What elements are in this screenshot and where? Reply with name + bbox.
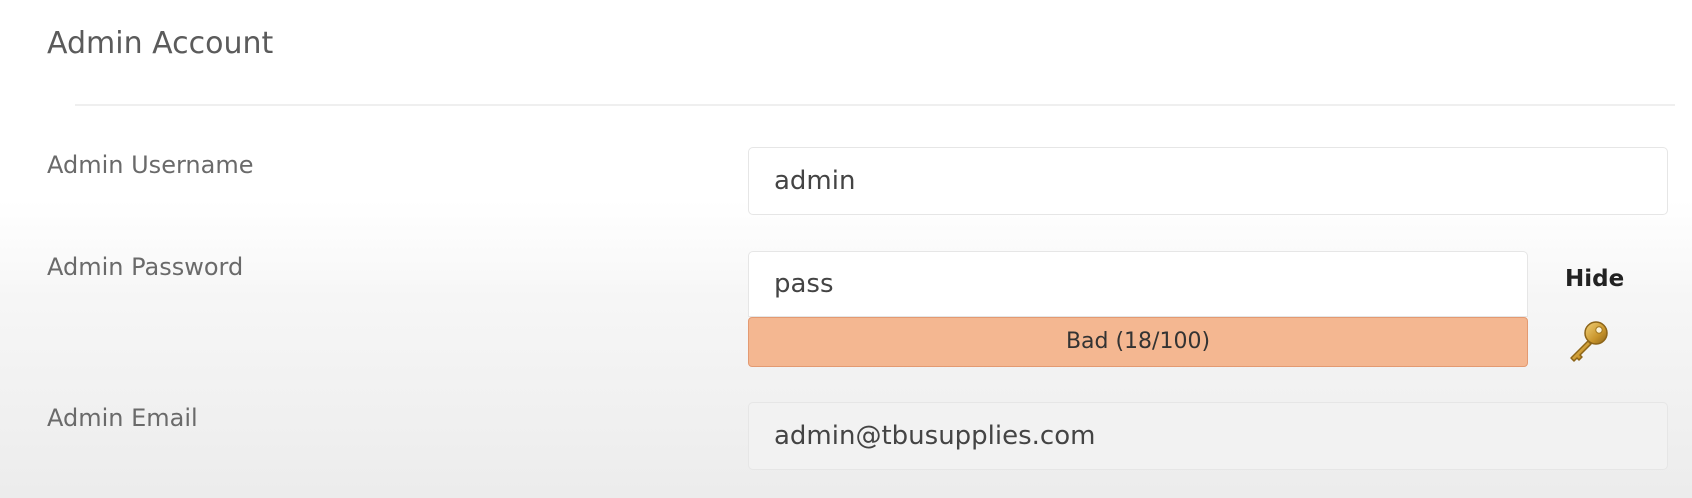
admin-email-input[interactable]: [748, 402, 1668, 470]
section-title: Admin Account: [47, 26, 274, 61]
admin-username-input[interactable]: [748, 147, 1668, 215]
password-strength-label: Bad (18/100): [1065, 329, 1211, 354]
admin-email-label: Admin Email: [47, 404, 198, 432]
section-divider: [75, 104, 1675, 106]
admin-password-input[interactable]: [748, 251, 1528, 317]
password-strength-meter: Bad (18/100): [748, 317, 1528, 367]
admin-username-label: Admin Username: [47, 151, 254, 179]
hide-password-toggle[interactable]: Hide: [1565, 262, 1624, 296]
key-icon[interactable]: [1565, 318, 1613, 366]
admin-password-label: Admin Password: [47, 253, 244, 281]
